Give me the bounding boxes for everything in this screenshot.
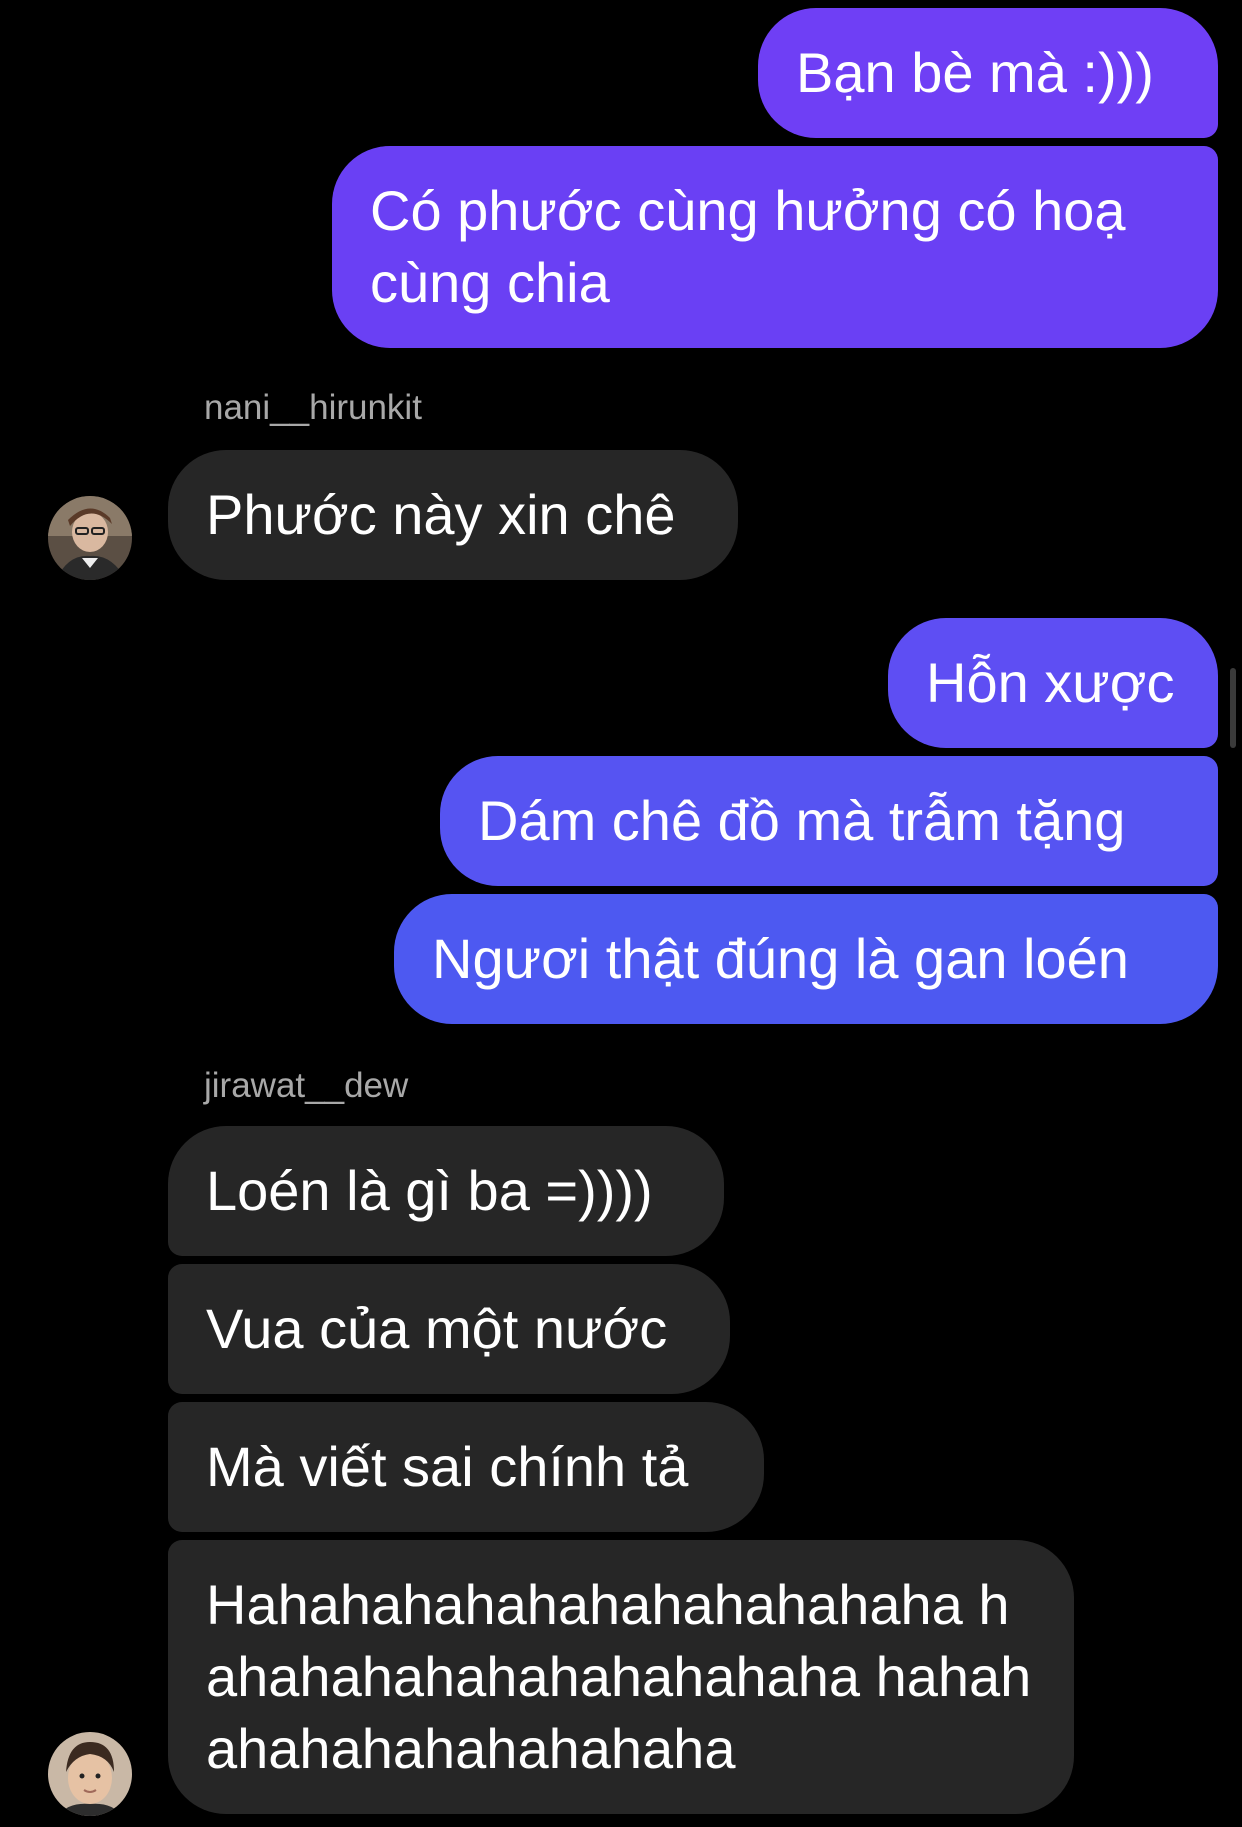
message-text: Phước này xin chê: [206, 483, 676, 546]
message-text: Mà viết sai chính tả: [206, 1435, 689, 1498]
incoming-message[interactable]: Vua của một nước: [168, 1264, 730, 1394]
chat-thread: Bạn bè mà :))) Có phước cùng hưởng có ho…: [0, 0, 1242, 1827]
incoming-message[interactable]: Mà viết sai chính tả: [168, 1402, 764, 1532]
incoming-message[interactable]: Phước này xin chê: [168, 450, 738, 580]
message-text: Bạn bè mà :))): [796, 41, 1154, 104]
user-avatar-nani[interactable]: [48, 496, 132, 580]
avatar-photo-icon: [48, 496, 132, 580]
scrollbar[interactable]: [1230, 668, 1236, 748]
outgoing-message[interactable]: Bạn bè mà :))): [758, 8, 1218, 138]
incoming-message[interactable]: Hahahahahahahahahahahaha hahahahahahahah…: [168, 1540, 1074, 1814]
message-text: Dám chê đồ mà trẫm tặng: [478, 789, 1126, 852]
message-text: Vua của một nước: [206, 1297, 668, 1360]
outgoing-message[interactable]: Hỗn xược: [888, 618, 1218, 748]
sender-name: nani__hirunkit: [204, 388, 422, 427]
outgoing-message[interactable]: Có phước cùng hưởng có hoạ cùng chia: [332, 146, 1218, 348]
sender-name: jirawat__dew: [204, 1066, 409, 1105]
message-text: Hahahahahahahahahahahaha hahahahahahahah…: [206, 1573, 1032, 1780]
outgoing-message[interactable]: Dám chê đồ mà trẫm tặng: [440, 756, 1218, 886]
message-text: Hỗn xược: [926, 651, 1175, 714]
incoming-message[interactable]: Loén là gì ba =)))): [168, 1126, 724, 1256]
user-avatar-jirawat[interactable]: [48, 1732, 132, 1816]
message-text: Có phước cùng hưởng có hoạ cùng chia: [370, 179, 1126, 314]
message-text: Loén là gì ba =)))): [206, 1159, 653, 1222]
outgoing-message[interactable]: Ngươi thật đúng là gan loén: [394, 894, 1218, 1024]
avatar-photo-icon: [48, 1732, 132, 1816]
message-text: Ngươi thật đúng là gan loén: [432, 927, 1129, 990]
